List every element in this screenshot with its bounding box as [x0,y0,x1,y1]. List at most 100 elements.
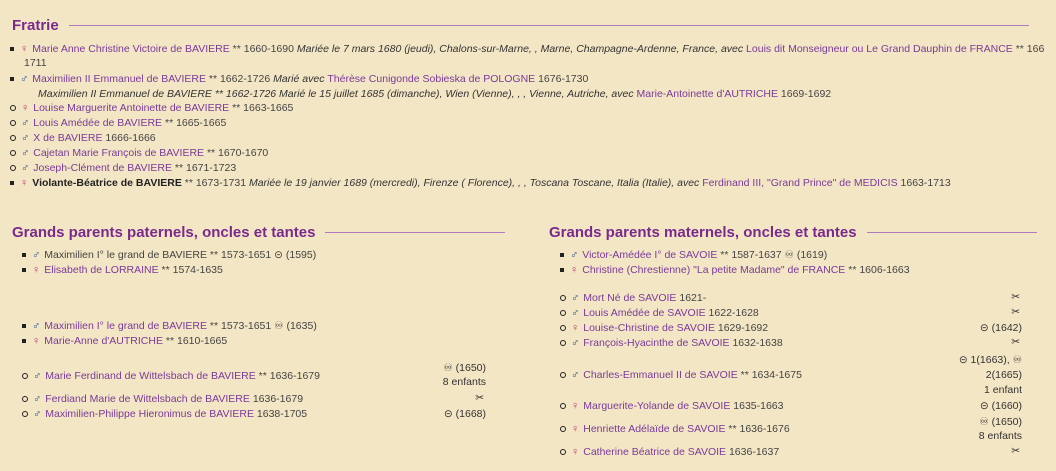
children-count: 8 enfants [442,376,486,388]
list-item: ♂ Mort Né de SAVOIE 1621- [560,291,706,305]
male-icon: ♂ [571,337,580,349]
male-icon: ♂ [21,147,30,159]
list-item: ♀ Christine (Chrestienne) "La petite Mad… [560,263,910,277]
person-link[interactable]: Ferdiand Marie de Wittelsbach de BAVIERE [45,392,250,406]
list-item-wrap: Maximilien II Emmanuel de BAVIERE ** 166… [38,87,832,101]
person-link[interactable]: Louise Marguerite Antoinette de BAVIERE [33,101,229,115]
person-link[interactable]: Joseph-Clément de BAVIERE [33,161,172,175]
marriage-mark: ⊝ (1668) [443,408,486,420]
list-item: ♂ Joseph-Clément de BAVIERE ** 1671-1723 [10,161,236,175]
spouse-link[interactable]: Marie-Antoinette d'AUTRICHE [637,87,778,101]
list-item: ♂ Louis Amédée de SAVOIE 1622-1628 [560,306,759,320]
male-icon: ♂ [571,292,580,304]
female-icon: ♀ [21,102,30,114]
male-icon: ♂ [21,117,30,129]
person-link[interactable]: Marie-Anne d'AUTRICHE [44,334,163,348]
fratrie-heading: Fratrie [12,17,1029,34]
list-item: ♂ Maximilien I° le grand de BAVIERE ** 1… [22,248,316,262]
person-link[interactable]: Louis Amédée de SAVOIE [583,306,705,320]
marriage-mark: ♾ (1635) [274,320,317,332]
list-item: ♀ Marie Anne Christine Victoire de BAVIE… [10,42,1044,56]
person-link[interactable]: Mort Né de SAVOIE [583,291,676,305]
person-link[interactable]: Marguerite-Yolande de SAVOIE [583,399,730,413]
list-item: ♂ Maximilien-Philippe Hieronimus de BAVI… [22,407,307,421]
list-item: ♀ Elisabeth de LORRAINE ** 1574-1635 [22,263,223,277]
person-link[interactable]: Catherine Béatrice de SAVOIE [583,445,726,459]
person-link[interactable]: Charles-Emmanuel II de SAVOIE [583,368,737,382]
scissors-icon: ✂ [1011,306,1020,318]
list-item: ♂ Cajetan Marie François de BAVIERE ** 1… [10,146,268,160]
maternal-heading: Grands parents maternels, oncles et tant… [549,224,1037,241]
female-icon: ♀ [571,446,580,458]
male-icon: ♂ [571,307,580,319]
male-icon: ♂ [20,73,29,85]
person-link[interactable]: X de BAVIERE [33,131,102,145]
female-icon: ♀ [571,423,580,435]
list-item: ♀ Henriette Adélaïde de SAVOIE ** 1636-1… [560,422,790,436]
person-link[interactable]: Louis Amédée de BAVIERE [33,116,162,130]
paternal-heading: Grands parents paternels, oncles et tant… [12,224,506,241]
marriage-mark: ⊝ 1(1663), ♾ [958,354,1022,366]
male-icon: ♂ [32,320,41,332]
female-icon: ♀ [570,264,579,276]
male-icon: ♂ [21,162,30,174]
marriage-mark: ⊝ (1642) [979,322,1022,334]
person-link[interactable]: Louise-Christine de SAVOIE [583,321,715,335]
person-link[interactable]: François-Hyacinthe de SAVOIE [583,336,729,350]
marriage-mark: ⊝ (1660) [979,400,1022,412]
female-icon: ♀ [20,177,29,189]
male-icon: ♂ [32,249,41,261]
list-item: ♀ Marguerite-Yolande de SAVOIE 1635-1663 [560,399,783,413]
person-link[interactable]: Marie Anne Christine Victoire de BAVIERE [32,42,229,56]
spouse-link[interactable]: Thérèse Cunigonde Sobieska de POLOGNE [327,72,535,86]
person-link[interactable]: Marie Ferdinand de Wittelsbach de BAVIER… [45,369,256,383]
marriage-mark: ♾ (1650) [443,362,486,374]
person-link[interactable]: Christine (Chrestienne) "La petite Madam… [582,263,845,277]
marriage-mark: ♾ (1619) [784,249,828,261]
list-item: ♀ Catherine Béatrice de SAVOIE 1636-1637 [560,445,779,459]
scissors-icon: ✂ [1011,336,1020,348]
list-item: ♂ Maximilien I° le grand de BAVIERE ** 1… [22,319,317,333]
person-link[interactable]: Elisabeth de LORRAINE [44,263,158,277]
person-link[interactable]: Maximilien II Emmanuel de BAVIERE [32,72,206,86]
female-icon: ♀ [32,264,41,276]
scissors-icon: ✂ [1011,445,1020,457]
male-icon: ♂ [33,370,42,382]
divider [68,25,1029,26]
scissors-icon: ✂ [475,392,484,404]
spouse-link[interactable]: Ferdinand III, "Grand Prince" de MEDICIS [702,176,897,190]
list-item: ♂ François-Hyacinthe de SAVOIE 1632-1638 [560,336,783,350]
scissors-icon: ✂ [1011,291,1020,303]
list-item: ♂ Charles-Emmanuel II de SAVOIE ** 1634-… [560,368,802,382]
list-item: ♀ Louise-Christine de SAVOIE 1629-1692 [560,321,768,335]
male-icon: ♂ [571,369,580,381]
spouse-link[interactable]: Louis dit Monseigneur ou Le Grand Dauphi… [746,42,1013,56]
person-link[interactable]: Victor-Amédée I° de SAVOIE [582,248,717,262]
marriage-mark: ⊝ (1595) [274,249,317,261]
female-icon: ♀ [32,335,41,347]
list-item: ♂ Maximilien II Emmanuel de BAVIERE ** 1… [10,72,588,86]
list-item: ♂ X de BAVIERE 1666-1666 [10,131,156,145]
list-item: ♀ Louise Marguerite Antoinette de BAVIER… [10,101,293,115]
list-item: ♂ Louis Amédée de BAVIERE ** 1665-1665 [10,116,226,130]
female-icon: ♀ [20,43,29,55]
male-icon: ♂ [33,393,42,405]
person-link[interactable]: Cajetan Marie François de BAVIERE [33,146,204,160]
male-icon: ♂ [33,408,42,420]
divider [866,232,1037,233]
female-icon: ♀ [571,322,580,334]
list-item: ♂ Ferdiand Marie de Wittelsbach de BAVIE… [22,392,303,406]
person-link[interactable]: Maximilien-Philippe Hieronimus de BAVIER… [45,407,254,421]
person-link[interactable]: Maximilien I° le grand de BAVIERE [44,319,207,333]
children-count: 8 enfants [978,430,1022,442]
list-item: ♀ Marie-Anne d'AUTRICHE ** 1610-1665 [22,334,227,348]
current-person: Violante-Béatrice de BAVIERE [32,177,182,189]
person-link[interactable]: Henriette Adélaïde de SAVOIE [583,422,725,436]
list-item: ♂ Marie Ferdinand de Wittelsbach de BAVI… [22,369,320,383]
marriage-mark: ♾ (1650) [979,416,1022,428]
list-item: ♀ Violante-Béatrice de BAVIERE ** 1673-1… [10,176,951,190]
list-item-wrap: 1711 [24,57,47,69]
list-item: ♂ Victor-Amédée I° de SAVOIE ** 1587-163… [560,248,827,262]
female-icon: ♀ [571,400,580,412]
male-icon: ♂ [21,132,30,144]
